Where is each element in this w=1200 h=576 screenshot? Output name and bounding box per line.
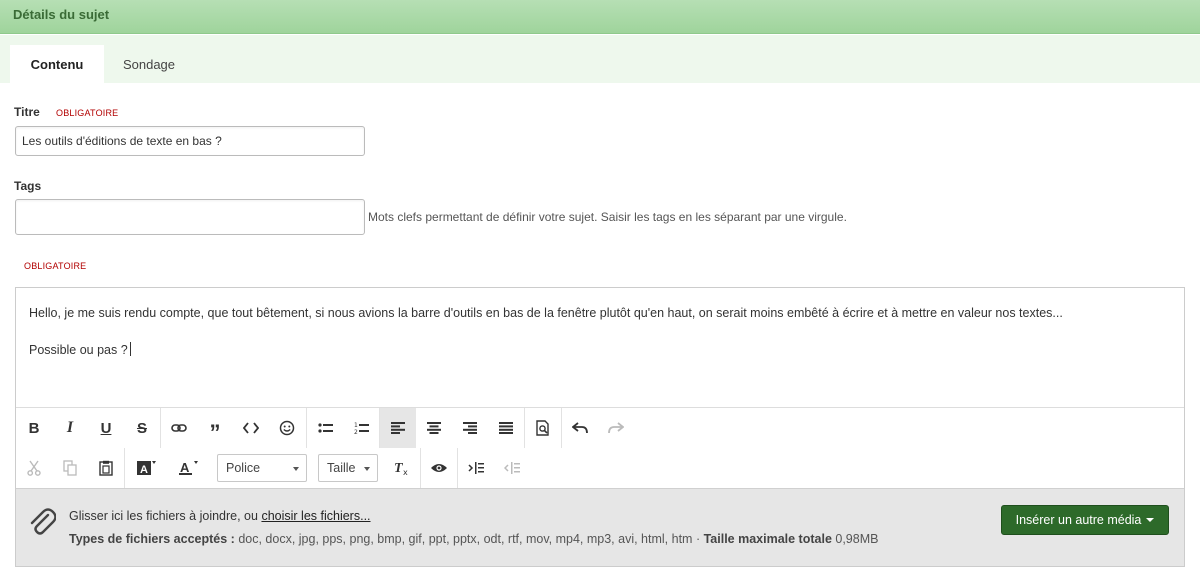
- title-label: Titre: [14, 105, 40, 119]
- quote-icon[interactable]: ”: [197, 408, 233, 448]
- attachment-info: Types de fichiers acceptés : doc, docx, …: [69, 532, 878, 546]
- svg-text:A: A: [140, 464, 148, 476]
- max-size-value: 0,98MB: [835, 532, 879, 546]
- tags-label: Tags: [14, 179, 42, 193]
- cut-icon[interactable]: [16, 448, 52, 488]
- redo-icon[interactable]: [598, 408, 634, 448]
- dropdown-arrow-icon: [1146, 518, 1155, 522]
- copy-icon[interactable]: [52, 448, 88, 488]
- editor-content[interactable]: Hello, je me suis rendu compte, que tout…: [16, 288, 1184, 407]
- tab-bar: Contenu Sondage: [0, 35, 1200, 83]
- svg-text:2: 2: [354, 429, 358, 435]
- link-icon[interactable]: [161, 408, 197, 448]
- paperclip-icon: [28, 507, 57, 542]
- svg-text:x: x: [403, 468, 408, 476]
- italic-icon[interactable]: I: [52, 408, 88, 448]
- svg-text:A: A: [180, 460, 190, 475]
- underline-icon[interactable]: U: [88, 408, 124, 448]
- choose-files-link[interactable]: choisir les fichiers...: [261, 509, 370, 523]
- font-select[interactable]: Police: [217, 454, 307, 482]
- outdent-icon[interactable]: [494, 448, 530, 488]
- message-required-badge: OBLIGATOIRE: [24, 261, 87, 271]
- clear-format-icon[interactable]: Tx: [384, 448, 420, 488]
- tab-sondage[interactable]: Sondage: [104, 45, 194, 83]
- align-right-icon[interactable]: [452, 408, 488, 448]
- editor-paragraph: Hello, je me suis rendu compte, que tout…: [29, 306, 1063, 320]
- background-color-icon[interactable]: A: [128, 448, 164, 488]
- strikethrough-icon[interactable]: S: [124, 408, 160, 448]
- size-select-label: Taille: [327, 461, 356, 475]
- attachment-instructions: Glisser ici les fichiers à joindre, ou c…: [69, 509, 371, 523]
- info-separator: ·: [695, 532, 701, 546]
- text-color-icon[interactable]: A: [170, 448, 206, 488]
- panel-header: Détails du sujet: [0, 0, 1200, 34]
- insert-media-button[interactable]: Insérer un autre média: [1001, 505, 1169, 535]
- font-select-label: Police: [226, 461, 261, 475]
- file-types-label: Types de fichiers acceptés :: [69, 532, 235, 546]
- text-caret: [129, 342, 131, 356]
- title-input[interactable]: [15, 126, 365, 156]
- tags-input[interactable]: [15, 199, 365, 235]
- title-required-badge: OBLIGATOIRE: [56, 108, 119, 118]
- tab-contenu[interactable]: Contenu: [10, 45, 104, 83]
- indent-icon[interactable]: [458, 448, 494, 488]
- rich-text-editor: Hello, je me suis rendu compte, que tout…: [15, 287, 1185, 567]
- toolbar-row-1: B I U S ” 12: [16, 408, 1184, 448]
- undo-icon[interactable]: [562, 408, 598, 448]
- svg-text:1: 1: [354, 422, 358, 429]
- toolbar-separator: [124, 448, 125, 488]
- align-center-icon[interactable]: [416, 408, 452, 448]
- toolbar-row-2: A A Police Taille Tx: [16, 448, 1184, 488]
- code-icon[interactable]: [233, 408, 269, 448]
- bullet-list-icon[interactable]: [307, 408, 343, 448]
- chevron-down-icon: [293, 467, 299, 471]
- paste-icon[interactable]: [88, 448, 124, 488]
- file-types-value: doc, docx, jpg, pps, png, bmp, gif, ppt,…: [238, 532, 693, 546]
- editor-toolbar: B I U S ” 12 A A Police Taille T x: [16, 407, 1184, 488]
- preview-icon[interactable]: [525, 408, 561, 448]
- align-justify-icon[interactable]: [488, 408, 524, 448]
- emoji-icon[interactable]: [269, 408, 305, 448]
- chevron-down-icon: [364, 467, 370, 471]
- eye-icon[interactable]: [421, 448, 457, 488]
- panel-title: Détails du sujet: [13, 7, 110, 22]
- bold-icon[interactable]: B: [16, 408, 52, 448]
- max-size-label: Taille maximale totale: [703, 532, 832, 546]
- align-left-icon[interactable]: [380, 408, 416, 448]
- tags-help-text: Mots clefs permettant de définir votre s…: [368, 210, 847, 224]
- size-select[interactable]: Taille: [318, 454, 378, 482]
- attachment-dropzone[interactable]: Glisser ici les fichiers à joindre, ou c…: [16, 488, 1184, 566]
- numbered-list-icon[interactable]: 12: [343, 408, 379, 448]
- editor-paragraph: Possible ou pas ?: [29, 342, 1171, 358]
